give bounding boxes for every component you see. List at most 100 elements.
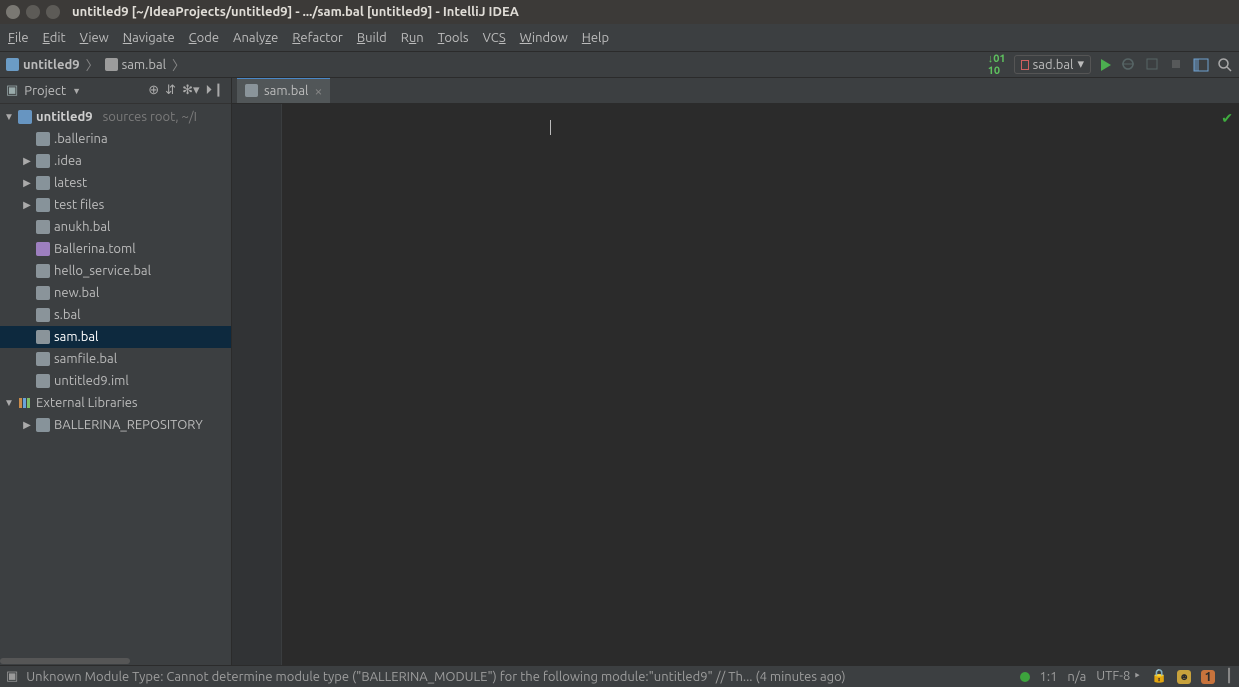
project-scope-icon[interactable]: ▣ xyxy=(6,83,18,98)
file-icon xyxy=(36,330,50,344)
menu-build[interactable]: Build xyxy=(357,31,387,45)
breadcrumb-file-label: sam.bal xyxy=(122,58,166,72)
updates-icon[interactable]: ↓0110 xyxy=(988,53,1006,77)
project-tree[interactable]: ▼untitled9sources root, ~/I.ballerina ▶ .i… xyxy=(0,104,231,665)
memory-indicator-icon[interactable]: ┃ xyxy=(1225,669,1233,684)
tool-window-quick-access-icon[interactable]: ▣ xyxy=(6,669,18,684)
tree-item-9[interactable]: sam.bal xyxy=(0,326,231,348)
tree-item-10[interactable]: samfile.bal xyxy=(0,348,231,370)
menu-vcs[interactable]: VCS xyxy=(483,31,506,45)
tree-item-2[interactable]: ▶ latest xyxy=(0,172,231,194)
readonly-toggle-icon[interactable]: 🔒 xyxy=(1151,669,1167,684)
folder-icon xyxy=(36,418,50,432)
ide-notifications-icon[interactable]: ☻ xyxy=(1177,670,1191,684)
run-button[interactable] xyxy=(1099,58,1113,72)
encoding-selector[interactable]: UTF-8 ‣ xyxy=(1096,669,1141,684)
tree-horizontal-scrollbar[interactable] xyxy=(0,657,231,665)
menu-bar: File Edit View Navigate Code Analyze Ref… xyxy=(0,24,1239,52)
tree-item-4[interactable]: anukh.bal xyxy=(0,216,231,238)
folder-icon xyxy=(36,198,50,212)
search-icon[interactable] xyxy=(1217,57,1233,73)
tree-root[interactable]: ▼untitled9sources root, ~/I xyxy=(0,106,231,128)
menu-code[interactable]: Code xyxy=(189,31,219,45)
layout-settings-icon[interactable] xyxy=(1193,57,1209,73)
status-message[interactable]: Unknown Module Type: Cannot determine mo… xyxy=(26,670,845,684)
tree-item-7[interactable]: new.bal xyxy=(0,282,231,304)
file-icon xyxy=(105,58,118,71)
collapse-all-icon[interactable]: ⇵ xyxy=(165,83,176,98)
gear-icon[interactable]: ✻▾ xyxy=(182,83,199,98)
breadcrumb-file[interactable]: sam.bal xyxy=(105,58,166,72)
menu-window[interactable]: Window xyxy=(520,31,568,45)
menu-view[interactable]: View xyxy=(80,31,109,45)
expand-toggle-icon[interactable]: ▼ xyxy=(4,397,14,409)
folder-icon xyxy=(36,154,50,168)
tree-node-label: BALLERINA_REPOSITORY xyxy=(54,418,203,432)
maximize-window-icon[interactable] xyxy=(46,5,60,19)
tree-item-8[interactable]: s.bal xyxy=(0,304,231,326)
file-icon xyxy=(36,220,50,234)
editor-gutter[interactable] xyxy=(232,104,282,665)
run-config-icon xyxy=(1021,60,1029,70)
minimize-window-icon[interactable] xyxy=(26,5,40,19)
line-separator[interactable]: n/a xyxy=(1067,670,1086,684)
expand-toggle-icon[interactable]: ▶ xyxy=(22,177,32,189)
menu-run[interactable]: Run xyxy=(401,31,424,45)
tree-item-5[interactable]: Ballerina.toml xyxy=(0,238,231,260)
close-window-icon[interactable] xyxy=(6,5,20,19)
tree-item-3[interactable]: ▶test files xyxy=(0,194,231,216)
scroll-from-source-icon[interactable]: ⊕ xyxy=(148,83,159,98)
folder-icon xyxy=(36,176,50,190)
tree-node-label: samfile.bal xyxy=(54,352,117,366)
library-icon xyxy=(18,396,32,410)
project-tool-title[interactable]: Project xyxy=(24,84,66,98)
tree-ballerina-repository[interactable]: ▶ BALLERINA_REPOSITORY xyxy=(0,414,231,436)
navigation-bar: untitled9 〉 sam.bal 〉 ↓0110 sad.bal ▾ xyxy=(0,52,1239,78)
menu-refactor[interactable]: Refactor xyxy=(292,31,343,45)
process-running-icon[interactable] xyxy=(1020,672,1030,682)
menu-navigate[interactable]: Navigate xyxy=(123,31,175,45)
inspections-ok-icon[interactable]: ✔ xyxy=(1221,110,1233,127)
chevron-down-icon[interactable]: ▼ xyxy=(72,86,81,96)
status-bar: ▣ Unknown Module Type: Cannot determine … xyxy=(0,665,1239,687)
text-caret xyxy=(550,120,551,135)
run-config-selector[interactable]: sad.bal ▾ xyxy=(1014,55,1091,74)
close-tab-icon[interactable]: × xyxy=(314,84,322,98)
tree-node-hint: sources root, ~/I xyxy=(103,110,197,124)
tree-node-label: hello_service.bal xyxy=(54,264,151,278)
debug-button[interactable] xyxy=(1121,57,1137,73)
tree-item-1[interactable]: ▶ .idea xyxy=(0,150,231,172)
tree-node-label: untitled9.iml xyxy=(54,374,129,388)
menu-edit[interactable]: Edit xyxy=(43,31,66,45)
expand-toggle-icon[interactable]: ▶ xyxy=(22,199,32,211)
editor-area: sam.bal × ✔ xyxy=(232,78,1239,665)
file-icon xyxy=(36,308,50,322)
event-log-icon[interactable]: 1 xyxy=(1201,670,1215,684)
file-icon xyxy=(245,84,258,97)
tree-item-6[interactable]: hello_service.bal xyxy=(0,260,231,282)
stop-button[interactable] xyxy=(1169,57,1185,73)
menu-tools[interactable]: Tools xyxy=(438,31,469,45)
tree-external-libraries[interactable]: ▼External Libraries xyxy=(0,392,231,414)
file-icon xyxy=(36,352,50,366)
tree-node-label: latest xyxy=(54,176,87,190)
tree-item-11[interactable]: untitled9.iml xyxy=(0,370,231,392)
menu-file[interactable]: File xyxy=(8,31,29,45)
caret-position[interactable]: 1:1 xyxy=(1040,670,1058,684)
chevron-right-icon: 〉 xyxy=(86,55,99,74)
text-editor[interactable]: ✔ xyxy=(232,104,1239,665)
hide-tool-icon[interactable]: ⏵┃ xyxy=(205,83,225,98)
tree-node-label: .idea xyxy=(54,154,82,168)
tree-item-0[interactable]: .ballerina xyxy=(0,128,231,150)
tree-node-label: sam.bal xyxy=(54,330,98,344)
breadcrumb-project[interactable]: untitled9 xyxy=(6,58,80,72)
editor-tab-sam[interactable]: sam.bal × xyxy=(236,78,331,103)
menu-help[interactable]: Help xyxy=(582,31,609,45)
expand-toggle-icon[interactable]: ▶ xyxy=(22,155,32,167)
breadcrumb: untitled9 〉 sam.bal 〉 xyxy=(6,55,185,74)
menu-analyze[interactable]: Analyze xyxy=(233,31,278,45)
run-toolbar: ↓0110 sad.bal ▾ xyxy=(988,53,1233,77)
coverage-button[interactable] xyxy=(1145,57,1161,73)
expand-toggle-icon[interactable]: ▶ xyxy=(22,419,32,431)
expand-toggle-icon[interactable]: ▼ xyxy=(4,111,14,123)
